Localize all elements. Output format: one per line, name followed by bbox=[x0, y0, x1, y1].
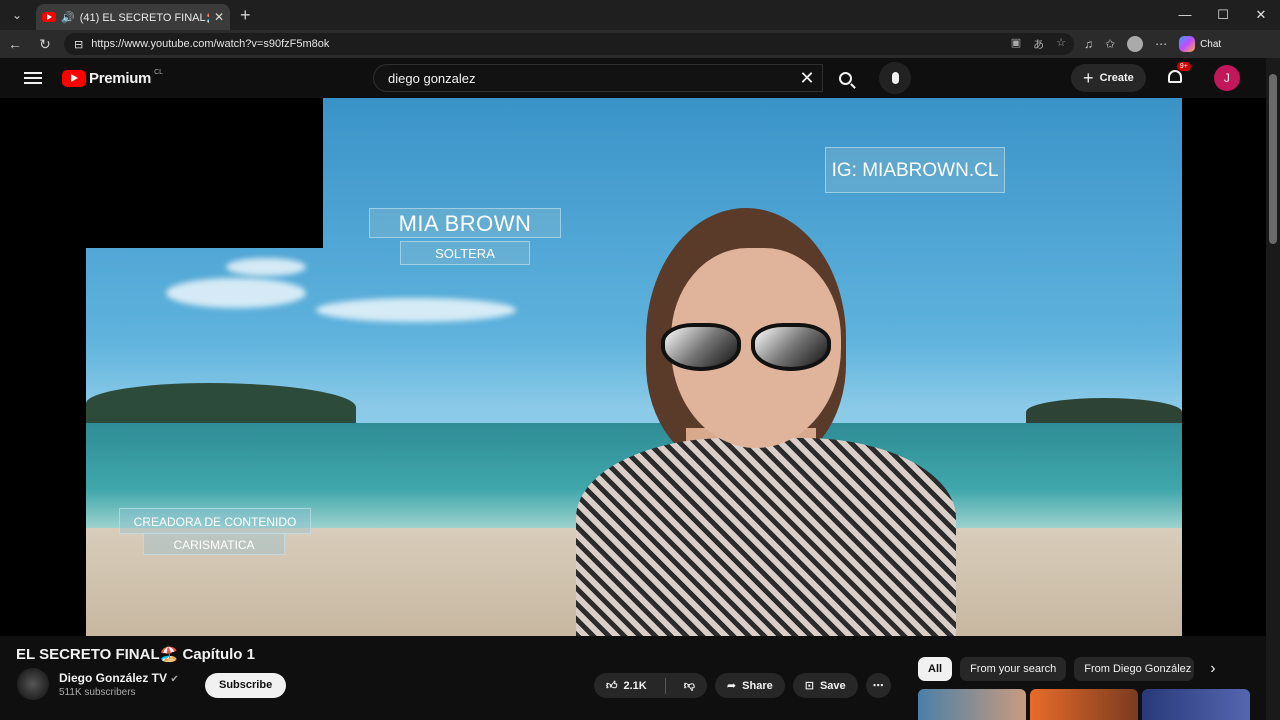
notification-badge: 9+ bbox=[1176, 62, 1191, 71]
back-arrow-icon[interactable]: ← bbox=[0, 36, 30, 52]
thumbnail-3[interactable] bbox=[1142, 689, 1250, 720]
thumbnail-2[interactable] bbox=[1030, 689, 1138, 720]
extensions-icon[interactable]: ♫ bbox=[1084, 37, 1093, 51]
app-available-icon[interactable]: ▣ bbox=[1011, 36, 1021, 52]
browser-tab-bar: ⌄ 🔊 (41) EL SECRETO FINAL🏖️ Ca ✕ + — ☐ ✕ bbox=[0, 0, 1280, 30]
share-label: Share bbox=[742, 679, 773, 692]
browser-toolbar-right: ♫ ✩ ⋯ Chat bbox=[1084, 36, 1221, 52]
chip-all[interactable]: All bbox=[918, 657, 953, 681]
search-query: diego gonzalez bbox=[388, 70, 476, 86]
overlay-status-label: SOLTERA bbox=[400, 241, 530, 265]
close-window-icon[interactable]: ✕ bbox=[1242, 7, 1280, 23]
subscribe-button[interactable]: Subscribe bbox=[205, 673, 287, 698]
thumbs-up-icon: 👍︎ bbox=[606, 680, 618, 692]
translate-icon[interactable]: あ bbox=[1033, 36, 1044, 52]
more-menu-icon[interactable]: ⋯ bbox=[1155, 37, 1167, 51]
plus-icon: + bbox=[1083, 67, 1094, 88]
create-label: Create bbox=[1099, 72, 1134, 84]
logo-text: Premium bbox=[89, 69, 152, 87]
copilot-chat-button[interactable]: Chat bbox=[1179, 36, 1221, 52]
search-button[interactable] bbox=[823, 64, 867, 92]
overlay-instagram-label: IG: MIABROWN.CL bbox=[825, 147, 1005, 193]
browser-tab-active[interactable]: 🔊 (41) EL SECRETO FINAL🏖️ Ca ✕ bbox=[36, 4, 230, 30]
woman-in-sunglasses bbox=[526, 208, 956, 636]
notifications-bell-icon[interactable]: 9+ bbox=[1167, 62, 1191, 86]
youtube-play-logo-icon bbox=[62, 69, 86, 87]
reload-icon[interactable]: ↻ bbox=[30, 36, 60, 53]
video-title: EL SECRETO FINAL🏖️ Capítulo 1 bbox=[16, 646, 255, 663]
search-input[interactable]: diego gonzalez ✕ bbox=[373, 64, 824, 92]
chip-from-channel[interactable]: From Diego González T bbox=[1074, 657, 1195, 681]
verified-check-icon: ✔ bbox=[170, 673, 179, 685]
voice-search-mic-icon[interactable] bbox=[879, 62, 912, 94]
create-button[interactable]: + Create bbox=[1071, 64, 1146, 92]
url-field[interactable]: ⊟ https://www.youtube.com/watch?v=s90fzF… bbox=[64, 33, 1074, 55]
favorite-star-icon[interactable]: ☆ bbox=[1056, 36, 1066, 52]
address-bar-row: ← ↻ ⊟ https://www.youtube.com/watch?v=s9… bbox=[0, 30, 1280, 58]
thumbnail-1[interactable] bbox=[918, 689, 1026, 720]
chip-from-your-search[interactable]: From your search bbox=[960, 657, 1067, 681]
chips-next-chevron-icon[interactable]: › bbox=[1210, 660, 1215, 678]
profile-avatar-icon[interactable] bbox=[1127, 36, 1144, 52]
black-overlay-block bbox=[0, 98, 323, 248]
like-button[interactable]: 👍︎ 2.1K bbox=[594, 673, 659, 698]
recommendation-chips: All From your search From Diego González… bbox=[918, 657, 1216, 681]
copilot-icon bbox=[1179, 36, 1196, 52]
tab-close-icon[interactable]: ✕ bbox=[214, 10, 224, 24]
channel-info: Diego González TV ✔ 511K subscribers bbox=[17, 668, 179, 700]
tab-title: (41) EL SECRETO FINAL🏖️ Ca bbox=[79, 11, 209, 24]
subscriber-count: 511K subscribers bbox=[59, 686, 136, 698]
dislike-button[interactable]: 👎︎ bbox=[672, 673, 707, 698]
url-text: https://www.youtube.com/watch?v=s90fzF5m… bbox=[91, 38, 330, 50]
share-arrow-icon: ➦ bbox=[726, 680, 737, 692]
like-count: 2.1K bbox=[623, 679, 647, 692]
minimize-icon[interactable]: — bbox=[1166, 7, 1204, 23]
youtube-premium-logo[interactable]: Premium CL bbox=[62, 68, 164, 87]
bookmark-icon: ⊡ bbox=[804, 680, 814, 692]
user-avatar[interactable]: J bbox=[1213, 65, 1240, 91]
thumbs-down-icon: 👎︎ bbox=[683, 680, 695, 692]
favorites-icon[interactable]: ✩ bbox=[1105, 37, 1115, 51]
country-code: CL bbox=[154, 68, 164, 76]
url-actions: ▣ あ ☆ bbox=[1011, 36, 1066, 52]
site-info-icon[interactable]: ⊟ bbox=[74, 38, 83, 51]
tab-list-chevron-icon[interactable]: ⌄ bbox=[4, 4, 30, 26]
youtube-header: Premium CL diego gonzalez ✕ + Create 9+ … bbox=[0, 58, 1280, 98]
share-button[interactable]: ➦ Share bbox=[714, 673, 785, 698]
chat-label: Chat bbox=[1200, 38, 1222, 50]
save-button[interactable]: ⊡ Save bbox=[792, 673, 858, 698]
overlay-name-label: MIA BROWN bbox=[369, 208, 561, 238]
window-controls: — ☐ ✕ bbox=[1166, 7, 1280, 23]
more-actions-icon[interactable]: ⋯ bbox=[865, 673, 891, 698]
like-dislike-group: 👍︎ 2.1K 👎︎ bbox=[594, 673, 707, 698]
channel-name[interactable]: Diego González TV ✔ bbox=[59, 671, 179, 685]
new-tab-plus-icon[interactable]: + bbox=[240, 5, 251, 26]
scrollbar-thumb[interactable] bbox=[1269, 74, 1277, 244]
page-scrollbar[interactable] bbox=[1266, 58, 1280, 720]
overlay-trait-label-1: CREADORA DE CONTENIDO bbox=[119, 508, 311, 534]
recommended-thumbnails bbox=[918, 689, 1250, 720]
save-label: Save bbox=[819, 679, 846, 692]
menu-hamburger-icon[interactable] bbox=[24, 72, 42, 84]
youtube-favicon-icon bbox=[42, 12, 56, 22]
audio-playing-icon[interactable]: 🔊 bbox=[61, 11, 75, 24]
maximize-icon[interactable]: ☐ bbox=[1204, 7, 1242, 23]
overlay-trait-label-2: CARISMATICA bbox=[143, 533, 285, 555]
search-icon bbox=[838, 71, 852, 85]
channel-avatar[interactable] bbox=[17, 668, 49, 700]
clear-search-icon[interactable]: ✕ bbox=[792, 68, 822, 89]
video-actions: 👍︎ 2.1K 👎︎ ➦ Share ⊡ Save ⋯ bbox=[594, 673, 891, 698]
